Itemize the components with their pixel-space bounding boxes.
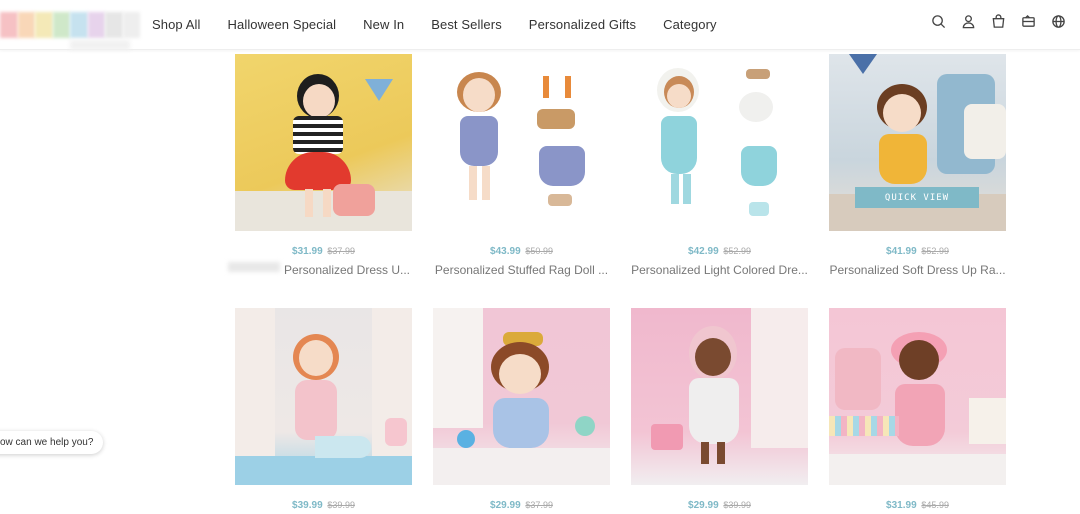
sale-price: $42.99 xyxy=(688,246,719,257)
price-row: $29.99 $37.99 xyxy=(433,500,610,512)
nav-halloween-special[interactable]: Halloween Special xyxy=(228,17,337,32)
original-price: $39.99 xyxy=(723,500,751,510)
sale-price: $39.99 xyxy=(292,500,323,511)
product-card[interactable]: $31.99 $37.99 Personalized Dress U... xyxy=(235,54,412,277)
product-image[interactable] xyxy=(433,54,610,231)
product-title[interactable]: Personalized Stuffed Rag Doll ... xyxy=(433,263,610,277)
price-row: $42.99 $52.99 xyxy=(631,246,808,258)
globe-icon[interactable] xyxy=(1051,14,1066,29)
product-card[interactable]: QUICK VIEW $41.99 $52.99 Personalized So… xyxy=(829,54,1006,277)
product-image[interactable] xyxy=(235,308,412,485)
sale-price: $31.99 xyxy=(886,500,917,511)
cart-icon[interactable] xyxy=(991,14,1006,29)
main-nav: Shop All Halloween Special New In Best S… xyxy=(152,0,744,48)
sale-price: $31.99 xyxy=(292,246,323,257)
nav-shop-all[interactable]: Shop All xyxy=(152,17,201,32)
nav-category[interactable]: Category xyxy=(663,17,717,32)
site-header: Shop All Halloween Special New In Best S… xyxy=(0,0,1080,50)
product-card[interactable]: $42.99 $52.99 Personalized Light Colored… xyxy=(631,54,808,277)
chat-help-bubble[interactable]: ow can we help you? xyxy=(0,431,104,454)
sale-price: $43.99 xyxy=(490,246,521,257)
header-icons xyxy=(931,14,1066,29)
blurred-shop-name xyxy=(228,262,280,272)
price-row: $31.99 $37.99 xyxy=(235,246,412,258)
price-row: $41.99 $52.99 xyxy=(829,246,1006,258)
store-logo[interactable] xyxy=(0,12,140,50)
product-title[interactable]: Personalized Light Colored Dre... xyxy=(631,263,808,277)
original-price: $45.99 xyxy=(921,500,949,510)
product-card[interactable]: $29.99 $37.99 xyxy=(433,308,610,512)
product-card[interactable]: $43.99 $50.99 Personalized Stuffed Rag D… xyxy=(433,54,610,277)
quick-view-button[interactable]: QUICK VIEW xyxy=(855,187,979,208)
original-price: $37.99 xyxy=(327,246,355,256)
product-image[interactable] xyxy=(829,308,1006,485)
original-price: $52.99 xyxy=(723,246,751,256)
product-image[interactable] xyxy=(631,308,808,485)
nav-best-sellers[interactable]: Best Sellers xyxy=(431,17,502,32)
product-card[interactable]: $39.99 $39.99 xyxy=(235,308,412,512)
price-row: $29.99 $39.99 xyxy=(631,500,808,512)
nav-new-in[interactable]: New In xyxy=(363,17,404,32)
gift-card-icon[interactable] xyxy=(1021,14,1036,29)
original-price: $39.99 xyxy=(327,500,355,510)
product-image[interactable] xyxy=(433,308,610,485)
original-price: $52.99 xyxy=(921,246,949,256)
price-row: $39.99 $39.99 xyxy=(235,500,412,512)
nav-personalized-gifts[interactable]: Personalized Gifts xyxy=(529,17,636,32)
original-price: $37.99 xyxy=(525,500,553,510)
original-price: $50.99 xyxy=(525,246,553,256)
price-row: $31.99 $45.99 xyxy=(829,500,1006,512)
search-icon[interactable] xyxy=(931,14,946,29)
product-title[interactable]: Personalized Soft Dress Up Ra... xyxy=(829,263,1006,277)
product-card[interactable]: $31.99 $45.99 xyxy=(829,308,1006,512)
price-row: $43.99 $50.99 xyxy=(433,246,610,258)
sale-price: $29.99 xyxy=(490,500,521,511)
product-card[interactable]: $29.99 $39.99 xyxy=(631,308,808,512)
sale-price: $41.99 xyxy=(886,246,917,257)
product-image[interactable] xyxy=(631,54,808,231)
account-icon[interactable] xyxy=(961,14,976,29)
product-image[interactable] xyxy=(235,54,412,231)
sale-price: $29.99 xyxy=(688,500,719,511)
